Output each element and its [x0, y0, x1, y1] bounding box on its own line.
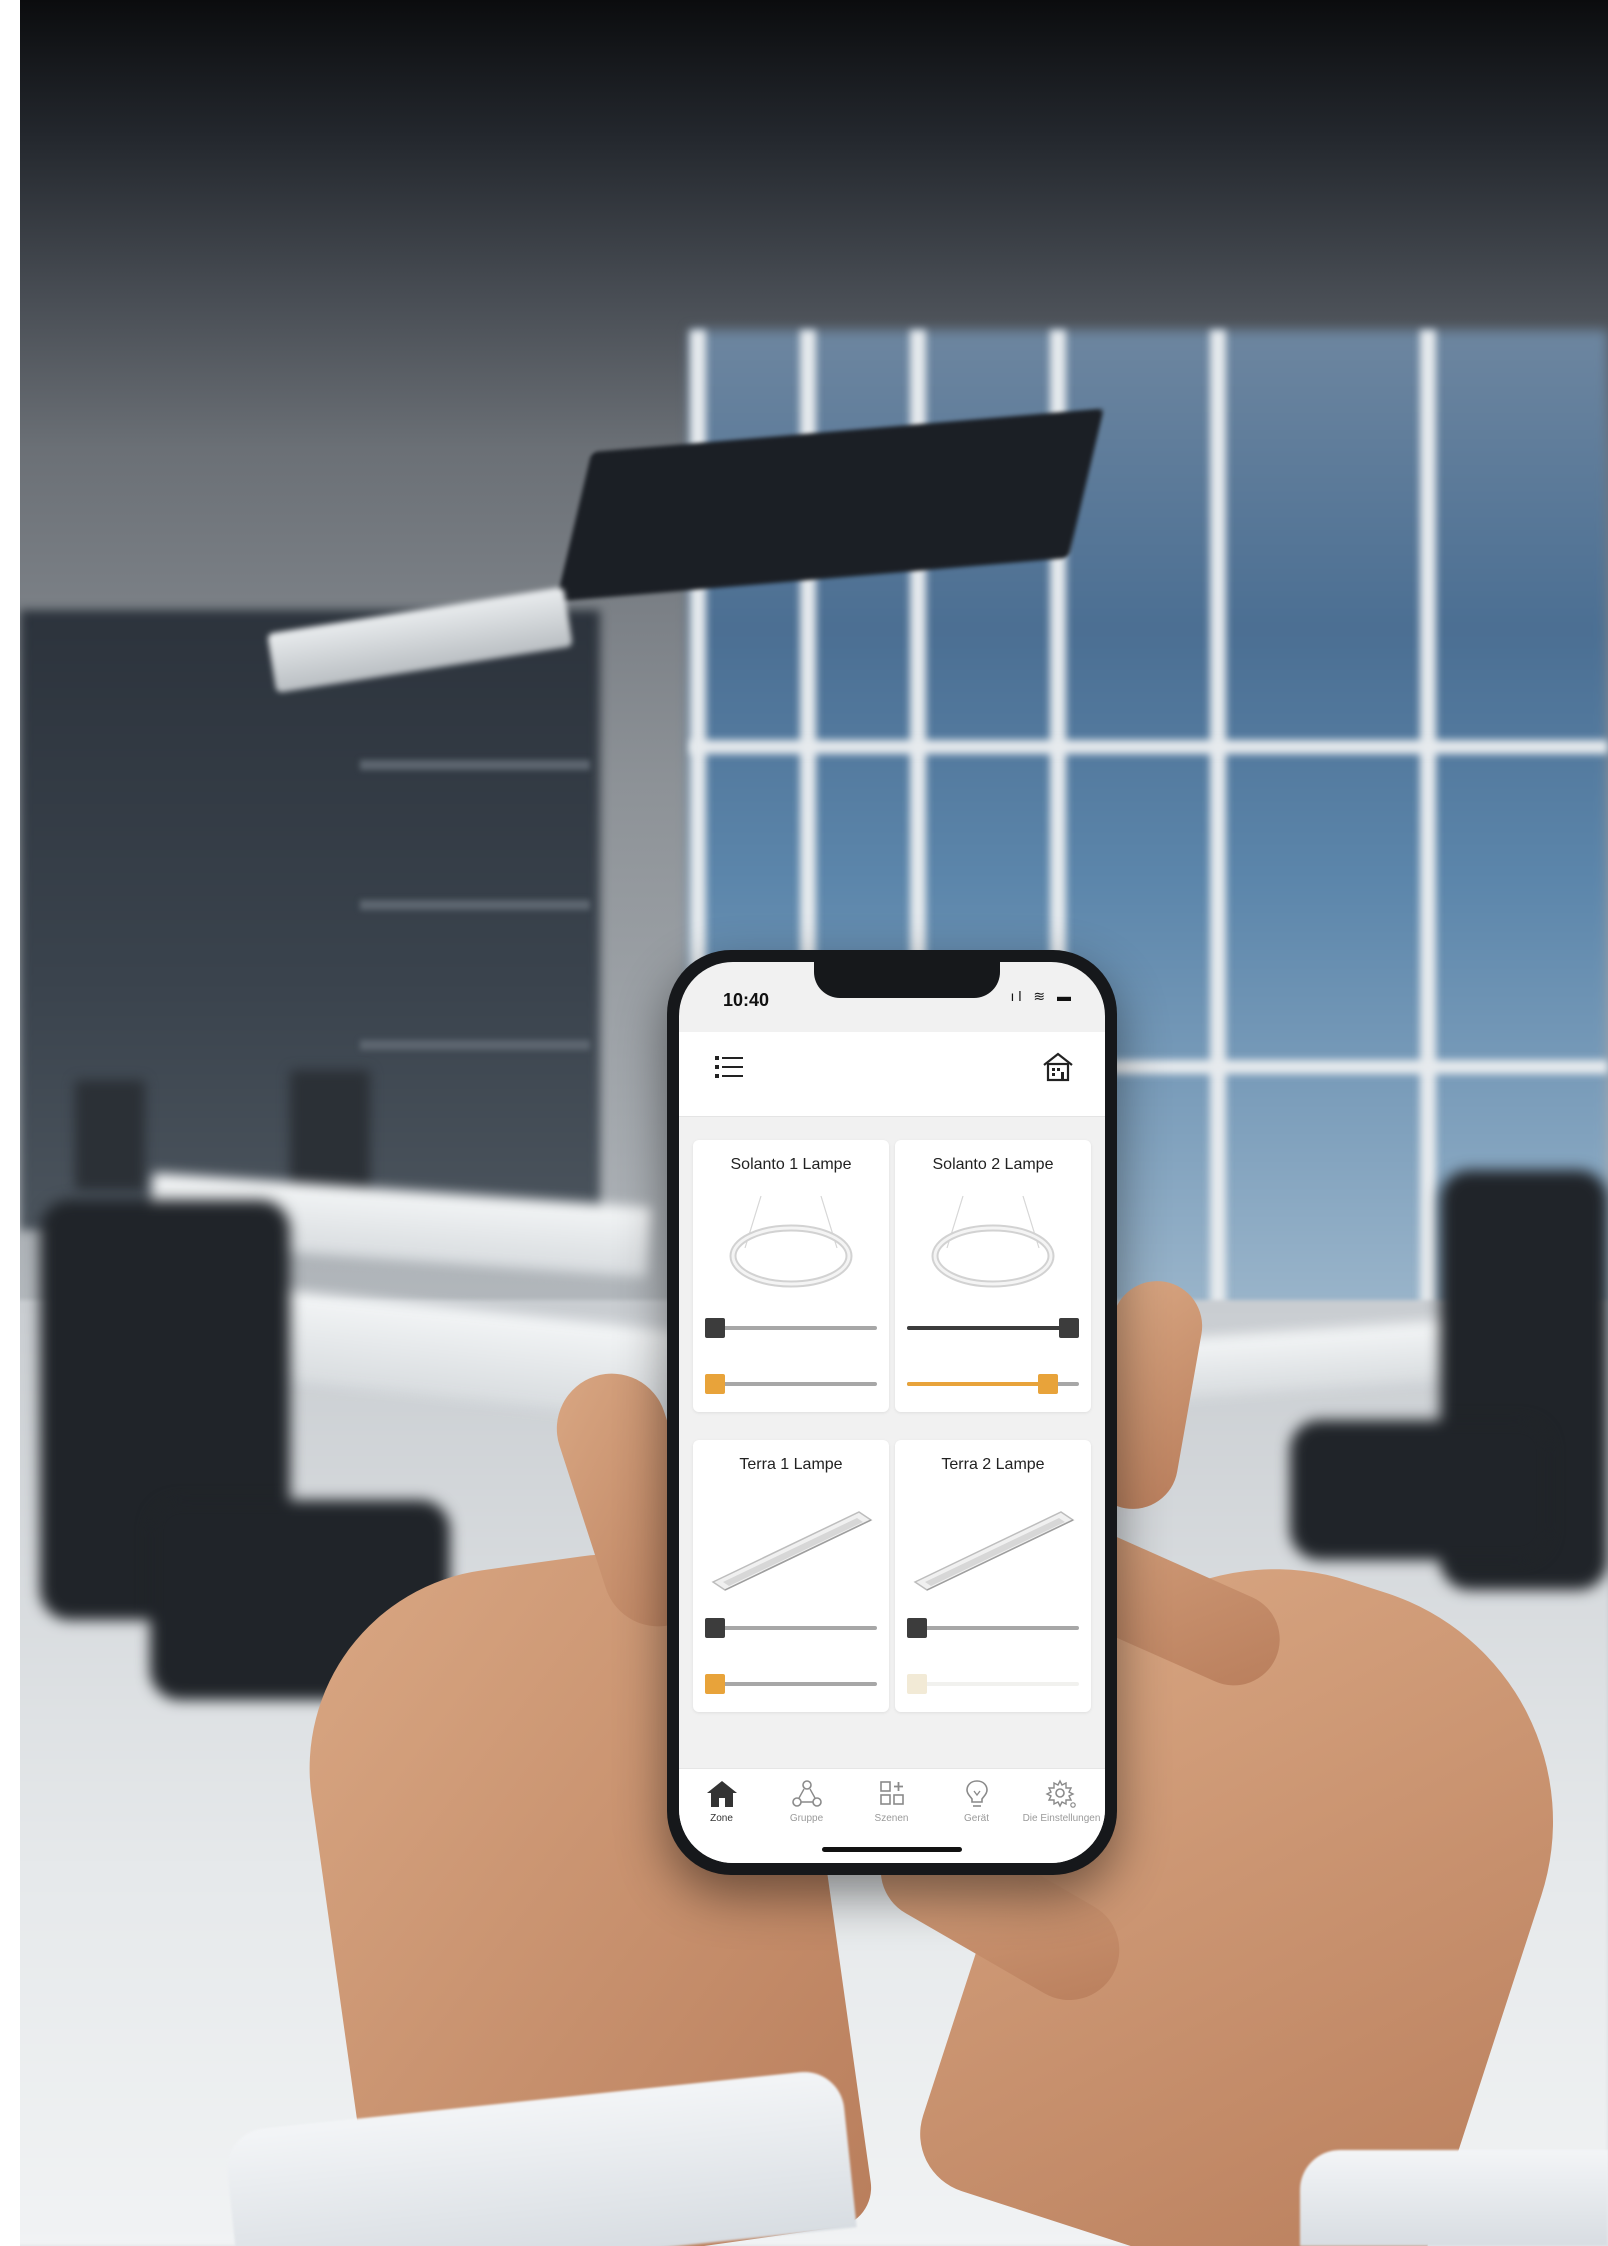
- tab-geraet[interactable]: Gerät: [934, 1779, 1019, 1839]
- slider-thumb[interactable]: [907, 1618, 927, 1638]
- window-mullion: [1210, 330, 1226, 1330]
- slider-track: [907, 1626, 1079, 1630]
- slider-track: [705, 1326, 877, 1330]
- phone-notch: [814, 962, 1000, 998]
- settings-gear-icon: [1044, 1779, 1076, 1808]
- slider-thumb[interactable]: [705, 1318, 725, 1338]
- brightness-slider[interactable]: [705, 1618, 877, 1638]
- office-chair: [1290, 1420, 1550, 1560]
- slider-thumb[interactable]: [705, 1374, 725, 1394]
- slider-thumb[interactable]: [1059, 1318, 1079, 1338]
- color-temperature-slider[interactable]: [705, 1374, 877, 1394]
- slider-thumb[interactable]: [907, 1674, 927, 1694]
- app-header: [679, 1032, 1105, 1117]
- building-home-icon[interactable]: [1041, 1050, 1075, 1084]
- device-name: Terra 2 Lampe: [941, 1456, 1045, 1473]
- home-indicator: [822, 1847, 962, 1852]
- device-card-terra-2[interactable]: Terra 2 Lampe: [895, 1440, 1091, 1712]
- slider-thumb[interactable]: [1037, 1374, 1058, 1394]
- device-name: Solanto 1 Lampe: [730, 1156, 852, 1173]
- shelf: [360, 760, 590, 770]
- color-temperature-slider[interactable]: [907, 1374, 1079, 1394]
- window-mullion: [1420, 330, 1436, 1330]
- status-time: 10:40: [723, 990, 770, 1010]
- tab-zone[interactable]: Zone: [679, 1779, 764, 1839]
- ring-pendant-image: [693, 1186, 889, 1304]
- linear-panel-image: [895, 1486, 1091, 1604]
- slider-thumb[interactable]: [705, 1674, 725, 1694]
- slider-fill: [907, 1326, 1069, 1330]
- brightness-slider[interactable]: [705, 1318, 877, 1338]
- status-icons: ıl ≋ ▬: [1010, 988, 1075, 1004]
- slider-track: [705, 1626, 877, 1630]
- slider-thumb[interactable]: [705, 1618, 725, 1638]
- tab-label: Die Einstellungen: [1022, 1813, 1101, 1824]
- shelf: [360, 1040, 590, 1050]
- linear-panel-image: [693, 1486, 889, 1604]
- color-temperature-slider[interactable]: [907, 1674, 1079, 1694]
- scenes-grid-icon: [879, 1781, 904, 1805]
- tab-label: Gerät: [963, 1813, 989, 1824]
- left-margin-strip: [0, 0, 20, 2246]
- device-card-solanto-1[interactable]: Solanto 1 Lampe: [693, 1140, 889, 1412]
- device-name: Terra 1 Lampe: [739, 1456, 843, 1473]
- tab-gruppe[interactable]: Gruppe: [764, 1779, 849, 1839]
- slider-track: [705, 1382, 877, 1386]
- right-shirt-sleeve: [1300, 2150, 1608, 2246]
- bulb-icon: [965, 1780, 988, 1807]
- slider-fill: [907, 1382, 1048, 1386]
- tab-einstellungen[interactable]: Die Einstellungen: [1019, 1779, 1104, 1839]
- brightness-slider[interactable]: [907, 1318, 1079, 1338]
- list-menu-icon[interactable]: [713, 1052, 745, 1082]
- window-transom: [690, 740, 1608, 754]
- monitor: [290, 1070, 370, 1200]
- color-temperature-slider[interactable]: [705, 1674, 877, 1694]
- group-nodes-icon: [791, 1780, 822, 1807]
- device-name: Solanto 2 Lampe: [932, 1156, 1054, 1173]
- app-screen: 10:40 ıl ≋ ▬ Solanto 1 Lampe Solanto 2 L…: [679, 962, 1105, 1863]
- tab-label: Szenen: [874, 1813, 909, 1824]
- home-icon: [706, 1781, 737, 1807]
- ring-pendant-image: [895, 1186, 1091, 1304]
- tab-label: Zone: [710, 1813, 733, 1824]
- slider-track: [705, 1682, 877, 1686]
- tab-szenen[interactable]: Szenen: [849, 1779, 934, 1839]
- tab-label: Gruppe: [789, 1813, 824, 1824]
- smartphone: 10:40 ıl ≋ ▬ Solanto 1 Lampe Solanto 2 L…: [667, 950, 1117, 1875]
- brightness-slider[interactable]: [907, 1618, 1079, 1638]
- device-card-solanto-2[interactable]: Solanto 2 Lampe: [895, 1140, 1091, 1412]
- monitor: [75, 1080, 145, 1190]
- shelf: [360, 900, 590, 910]
- slider-track: [907, 1682, 1079, 1686]
- device-card-terra-1[interactable]: Terra 1 Lampe: [693, 1440, 889, 1712]
